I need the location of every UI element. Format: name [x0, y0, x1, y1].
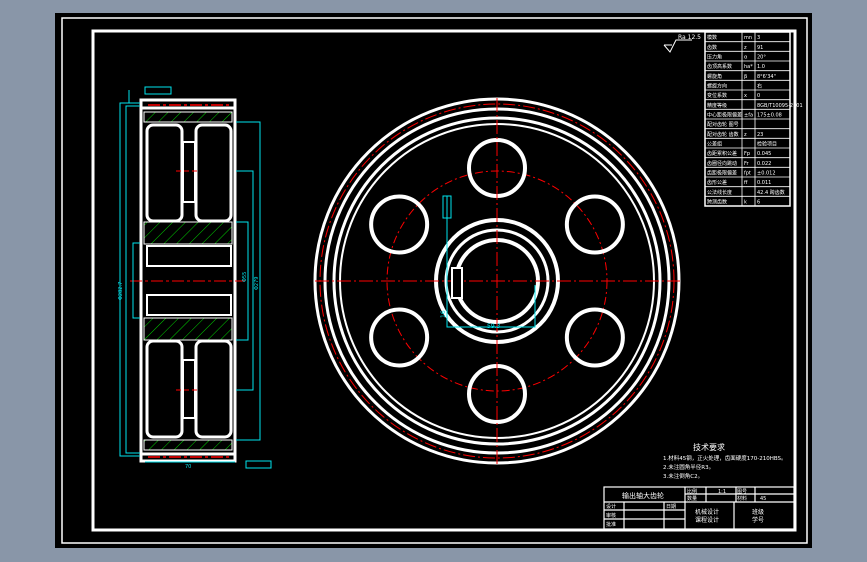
table-cell-value: 8°6'34" — [757, 74, 776, 80]
lightening-hole — [564, 307, 625, 368]
table-cell-value: 23 — [757, 132, 763, 138]
table-cell-name: 齿顶高系数 — [707, 63, 732, 70]
table-cell-value: 0.022 — [757, 161, 771, 167]
table-cell-name: 齿形公差 — [707, 179, 727, 186]
table-cell-value: 6 — [757, 200, 760, 206]
table-cell-name: 齿圈径向跳动 — [707, 160, 737, 167]
table-cell-symbol: x — [744, 93, 747, 99]
table-cell-value: 3 — [757, 35, 760, 41]
table-cell-symbol: fpt — [744, 171, 751, 177]
svg-text:技术要求: 技术要求 — [693, 442, 725, 452]
table-cell-value: 20° — [757, 55, 766, 61]
table-cell-name: 精度等级 — [707, 102, 727, 109]
hub-width-dim: 70 — [185, 464, 191, 470]
table-cell-symbol: α — [744, 55, 748, 61]
roughness-symbol: Ra 12.5 — [663, 34, 701, 53]
drawing: 59.3 16 Φ282.7 Φ279 70 Φ55 Ra 12.5 模数 mn… — [61, 17, 808, 544]
svg-text:日期: 日期 — [666, 504, 676, 510]
table-cell-value: 42.4 跨齿数 — [757, 189, 785, 196]
svg-text:2.未注圆角半径R3。: 2.未注圆角半径R3。 — [663, 463, 714, 471]
table-cell-name: 齿数 — [707, 44, 717, 51]
table-cell-value: 0 — [757, 93, 760, 99]
rim-dim: Φ279 — [254, 277, 260, 290]
svg-text:45: 45 — [760, 496, 766, 502]
svg-text:数量: 数量 — [687, 495, 697, 502]
title-block-text: 输出轴大齿轮 比例 1:1 数量 图号 材料 45 设计 审核 批准 日期 机械… — [606, 488, 766, 528]
svg-text:班级: 班级 — [752, 508, 764, 516]
table-cell-symbol: Fr — [744, 161, 750, 167]
table-cell-symbol: Fp — [744, 151, 750, 157]
table-cell-value: 右 — [757, 83, 762, 90]
svg-text:设计: 设计 — [606, 503, 616, 510]
svg-text:3.未注倒角C2。: 3.未注倒角C2。 — [663, 472, 703, 480]
svg-text:图号: 图号 — [737, 489, 747, 495]
table-cell-name: 跨测齿数 — [707, 199, 727, 206]
table-cell-name: 中心距极限偏差 — [707, 112, 742, 119]
table-cell-name: 模数 — [707, 34, 717, 41]
svg-text:1:1: 1:1 — [718, 489, 726, 495]
technical-requirements: 技术要求 1.材料45钢，正火处理，齿面硬度170-210HBS。 2.未注圆角… — [663, 442, 787, 480]
table-cell-name: 配对齿轮 齿数 — [707, 131, 739, 138]
table-cell-value: 1.0 — [757, 64, 765, 70]
lightening-hole — [369, 307, 430, 368]
table-cell-value: 0.011 — [757, 180, 771, 186]
svg-text:批准: 批准 — [606, 521, 616, 528]
table-cell-name: 齿距极限偏差 — [707, 170, 737, 177]
table-cell-name: 齿距累积公差 — [707, 150, 737, 157]
table-cell-symbol: ha* — [744, 64, 753, 70]
front-view: 59.3 16 — [313, 97, 681, 465]
keyway-depth-dim: 59.3 — [487, 323, 501, 330]
svg-text:1.材料45钢，正火处理，齿面硬度170-210HBS。: 1.材料45钢，正火处理，齿面硬度170-210HBS。 — [663, 454, 787, 462]
table-cell-name: 压力角 — [707, 54, 722, 61]
table-cell-symbol: β — [744, 74, 747, 80]
table-cell-name: 公法线长度 — [707, 189, 732, 196]
table-cell-name: 公差组 — [707, 141, 722, 148]
svg-text:输出轴大齿轮: 输出轴大齿轮 — [622, 491, 664, 500]
svg-text:课程设计: 课程设计 — [695, 516, 719, 524]
svg-text:比例: 比例 — [687, 488, 697, 495]
keyway — [451, 267, 463, 299]
keyway-width-dim: 16 — [440, 310, 447, 318]
table-cell-symbol: z — [744, 132, 747, 138]
tip-dia-dim: Φ282.7 — [118, 282, 124, 300]
svg-text:Ra 12.5: Ra 12.5 — [678, 34, 701, 41]
svg-text:学号: 学号 — [752, 516, 764, 524]
table-cell-name: 变位系数 — [707, 92, 727, 99]
svg-text:材料: 材料 — [737, 495, 747, 502]
table-cell-value: 175±0.08 — [757, 113, 782, 119]
lightening-hole — [564, 194, 625, 255]
lightening-hole — [369, 194, 430, 255]
table-cell-symbol: ±fa — [744, 113, 753, 119]
table-cell-symbol: ff — [744, 180, 748, 186]
table-cell-value: ±0.012 — [757, 171, 776, 177]
bore-dim: Φ55 — [242, 272, 248, 282]
table-cell-value: 8GB/T10095-2001 — [757, 103, 803, 109]
table-cell-name: 螺旋方向 — [707, 83, 727, 90]
table-cell-name: 配对齿轮 图号 — [707, 121, 739, 128]
table-cell-name: 螺旋角 — [707, 73, 722, 80]
table-cell-value: 91 — [757, 45, 763, 51]
svg-text:机械设计: 机械设计 — [695, 508, 719, 516]
table-cell-symbol: k — [744, 200, 747, 206]
svg-text:审核: 审核 — [606, 512, 616, 519]
table-cell-value: 0.045 — [757, 151, 771, 157]
cad-model-space[interactable]: 59.3 16 Φ282.7 Φ279 70 Φ55 Ra 12.5 模数 mn… — [55, 13, 812, 548]
section-view: Φ282.7 Φ279 70 Φ55 — [118, 86, 272, 470]
gear-parameter-table: 模数 mn 3 齿数 z 91 压力角 α 20° 齿顶高系数 ha* 1.0 螺旋角 β 8°6'34" 螺… — [704, 31, 803, 207]
table-cell-symbol: mn — [744, 35, 752, 41]
table-cell-symbol: z — [744, 45, 747, 51]
table-cell-value: 检验项目 — [757, 141, 777, 148]
